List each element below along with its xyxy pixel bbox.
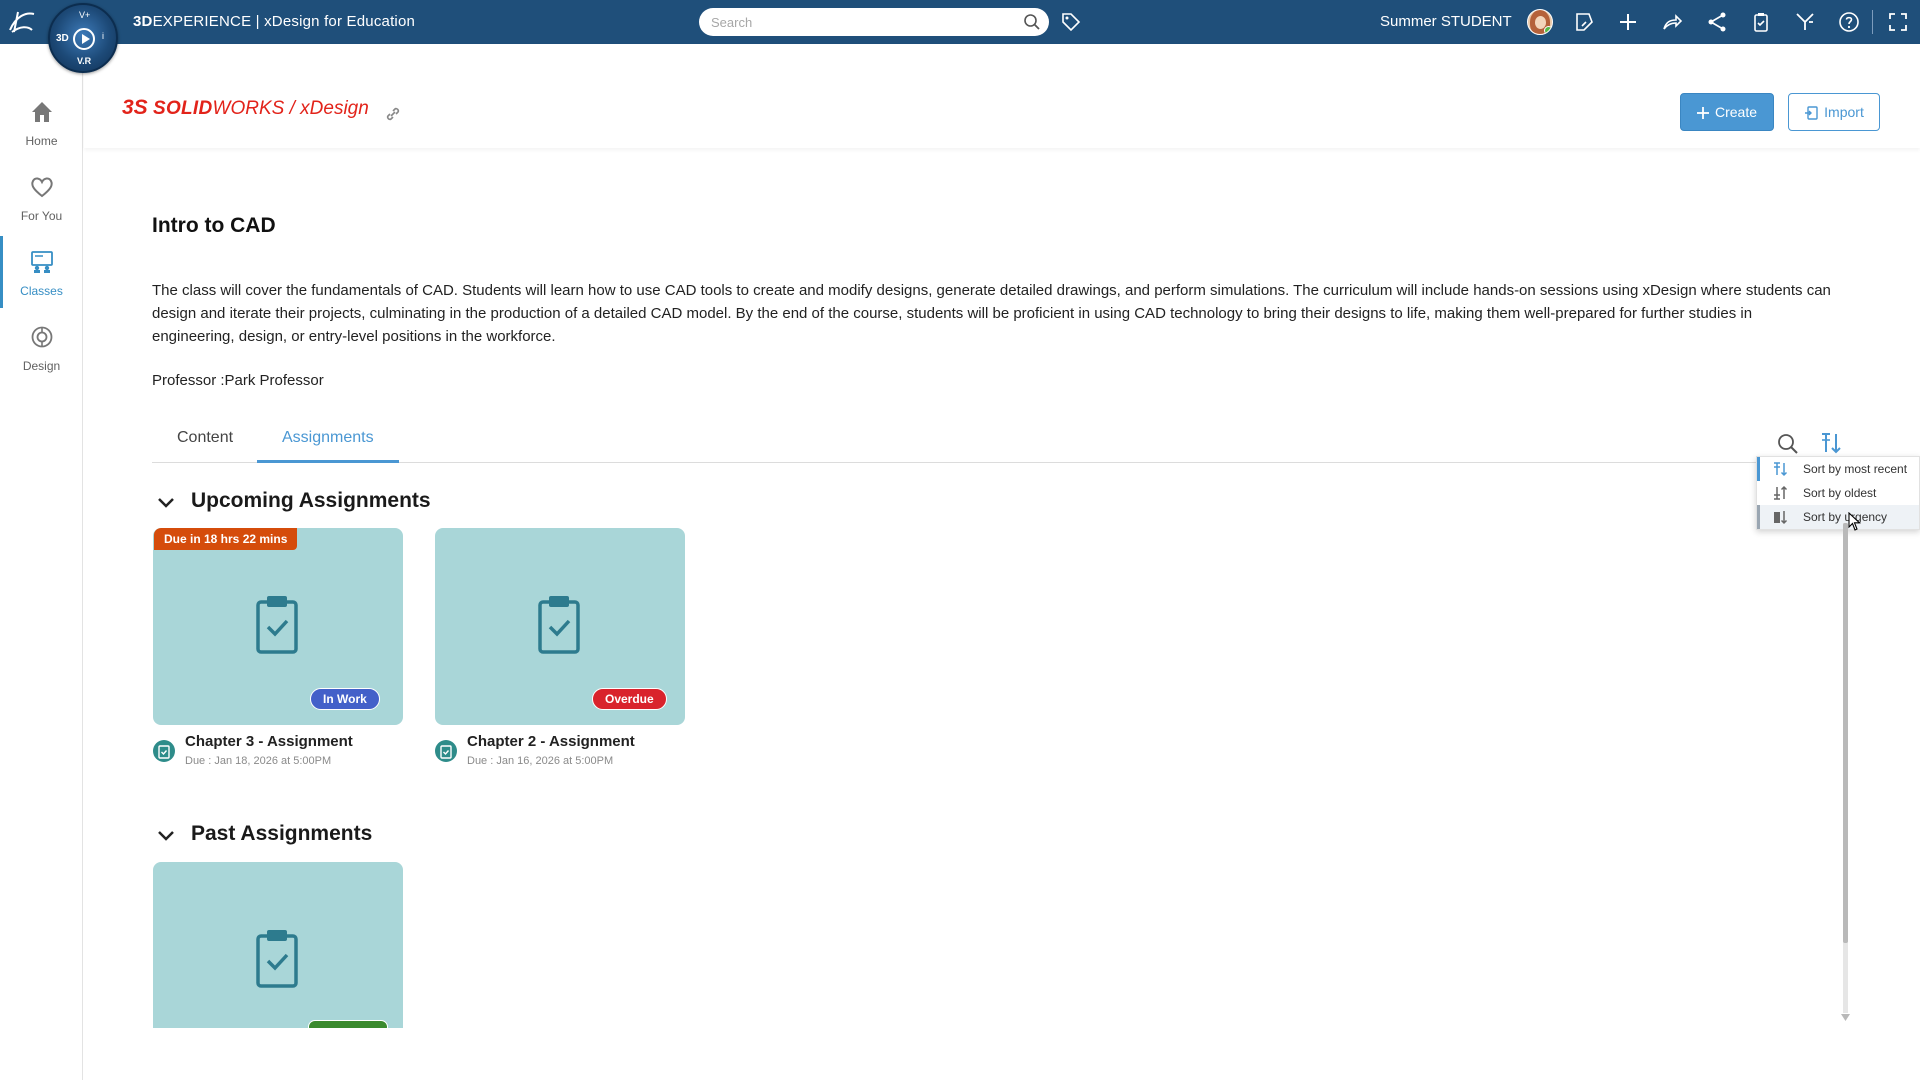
search-input[interactable] <box>711 12 1011 32</box>
sort-by-most-recent[interactable]: Sort by most recent <box>1757 457 1919 481</box>
network-share-icon[interactable] <box>1705 10 1729 34</box>
collapse-past-chevron-icon[interactable] <box>157 830 175 842</box>
assignment-due-date: Due : Jan 18, 2026 at 5:00PM <box>185 755 332 767</box>
play-icon <box>73 28 95 50</box>
search-icon[interactable] <box>1023 13 1041 31</box>
heart-icon <box>31 177 53 198</box>
scrollbar-thumb[interactable] <box>1843 523 1848 943</box>
past-assignments-heading: Past Assignments <box>191 822 373 845</box>
search-box[interactable] <box>699 8 1049 36</box>
topbar-separator <box>1872 10 1873 34</box>
sort-by-urgency[interactable]: Sort by urgency <box>1757 505 1919 529</box>
import-button[interactable]: Import <box>1788 93 1880 131</box>
apps-compass-icon[interactable] <box>1793 10 1817 34</box>
class-description: The class will cover the fundamentals of… <box>152 282 1831 345</box>
fullscreen-icon[interactable] <box>1886 10 1910 34</box>
brand-header: 3S SOLIDWORKS / xDesign Create Import <box>84 44 1920 148</box>
clipboard-check-icon <box>256 930 298 988</box>
help-icon[interactable] <box>1837 10 1861 34</box>
plus-icon <box>1696 107 1709 120</box>
clipboard-check-icon[interactable] <box>1749 10 1773 34</box>
forward-share-icon[interactable] <box>1660 10 1684 34</box>
assignment-title[interactable]: Chapter 2 - Assignment <box>467 733 635 750</box>
due-countdown-badge: Due in 18 hrs 22 mins <box>154 528 298 550</box>
sort-urgency-icon <box>1774 511 1788 525</box>
sidebar-item-design[interactable]: Design <box>0 311 83 383</box>
assignment-card-chapter-3[interactable]: Due in 18 hrs 22 mins In Work <box>153 528 403 725</box>
status-badge-past <box>308 1020 388 1028</box>
collapse-upcoming-chevron-icon[interactable] <box>157 497 175 509</box>
home-icon <box>32 102 52 122</box>
clipboard-check-icon <box>256 596 298 654</box>
professor-label: Professor :Park Professor <box>152 372 324 389</box>
sidebar-item-classes[interactable]: Classes <box>0 236 83 308</box>
solidworks-xdesign-logo[interactable]: 3S SOLIDWORKS / xDesign <box>122 96 369 120</box>
create-button[interactable]: Create <box>1680 93 1774 131</box>
sidebar-item-for-you[interactable]: For You <box>0 161 83 233</box>
mouse-cursor-icon <box>1848 512 1861 531</box>
app-title: 3DEXPERIENCE | xDesign for Education <box>133 13 416 30</box>
class-title: Intro to CAD <box>152 214 276 237</box>
sidebar-item-home[interactable]: Home <box>0 86 83 158</box>
tab-content[interactable]: Content <box>152 429 258 463</box>
assignment-card-past[interactable] <box>153 862 403 1028</box>
user-name[interactable]: Summer STUDENT <box>1380 13 1512 30</box>
class-tabs: Content Assignments <box>152 423 1852 463</box>
left-sidebar: Home For You Classes Design <box>0 44 83 1080</box>
compass-menu[interactable]: V+ 3D i V.R <box>48 3 118 73</box>
sort-oldest-icon <box>1774 485 1788 500</box>
user-avatar[interactable] <box>1527 9 1553 35</box>
dassault-logo-icon[interactable] <box>6 6 38 38</box>
assignment-title[interactable]: Chapter 3 - Assignment <box>185 733 353 750</box>
assignment-type-icon <box>153 740 175 762</box>
assignment-type-icon <box>435 740 457 762</box>
sort-by-oldest[interactable]: Sort by oldest <box>1757 481 1919 505</box>
status-badge-overdue: Overdue <box>592 688 667 710</box>
online-status-dot <box>1544 26 1552 34</box>
top-bar: 3DEXPERIENCE | xDesign for Education Sum… <box>0 0 1920 44</box>
assignment-card-chapter-2[interactable]: Overdue <box>435 528 685 725</box>
link-icon[interactable] <box>384 105 402 123</box>
status-badge-in-work: In Work <box>310 688 380 710</box>
design-icon <box>31 326 53 348</box>
tag-icon[interactable] <box>1060 11 1082 33</box>
tab-assignments[interactable]: Assignments <box>257 429 399 463</box>
add-icon[interactable] <box>1616 10 1640 34</box>
scroll-down-arrow-icon[interactable] <box>1841 1014 1850 1022</box>
clipboard-check-icon <box>538 596 580 654</box>
search-assignments-icon[interactable] <box>1776 432 1800 456</box>
import-icon <box>1805 106 1818 120</box>
upcoming-assignments-heading: Upcoming Assignments <box>191 489 431 512</box>
sort-recent-icon <box>1774 462 1788 477</box>
sort-dropdown-menu: Sort by most recent Sort by oldest Sort … <box>1756 456 1920 530</box>
classes-icon <box>31 251 53 273</box>
share-note-icon[interactable] <box>1572 10 1596 34</box>
assignment-due-date: Due : Jan 16, 2026 at 5:00PM <box>467 755 614 767</box>
sort-icon[interactable] <box>1819 430 1843 456</box>
